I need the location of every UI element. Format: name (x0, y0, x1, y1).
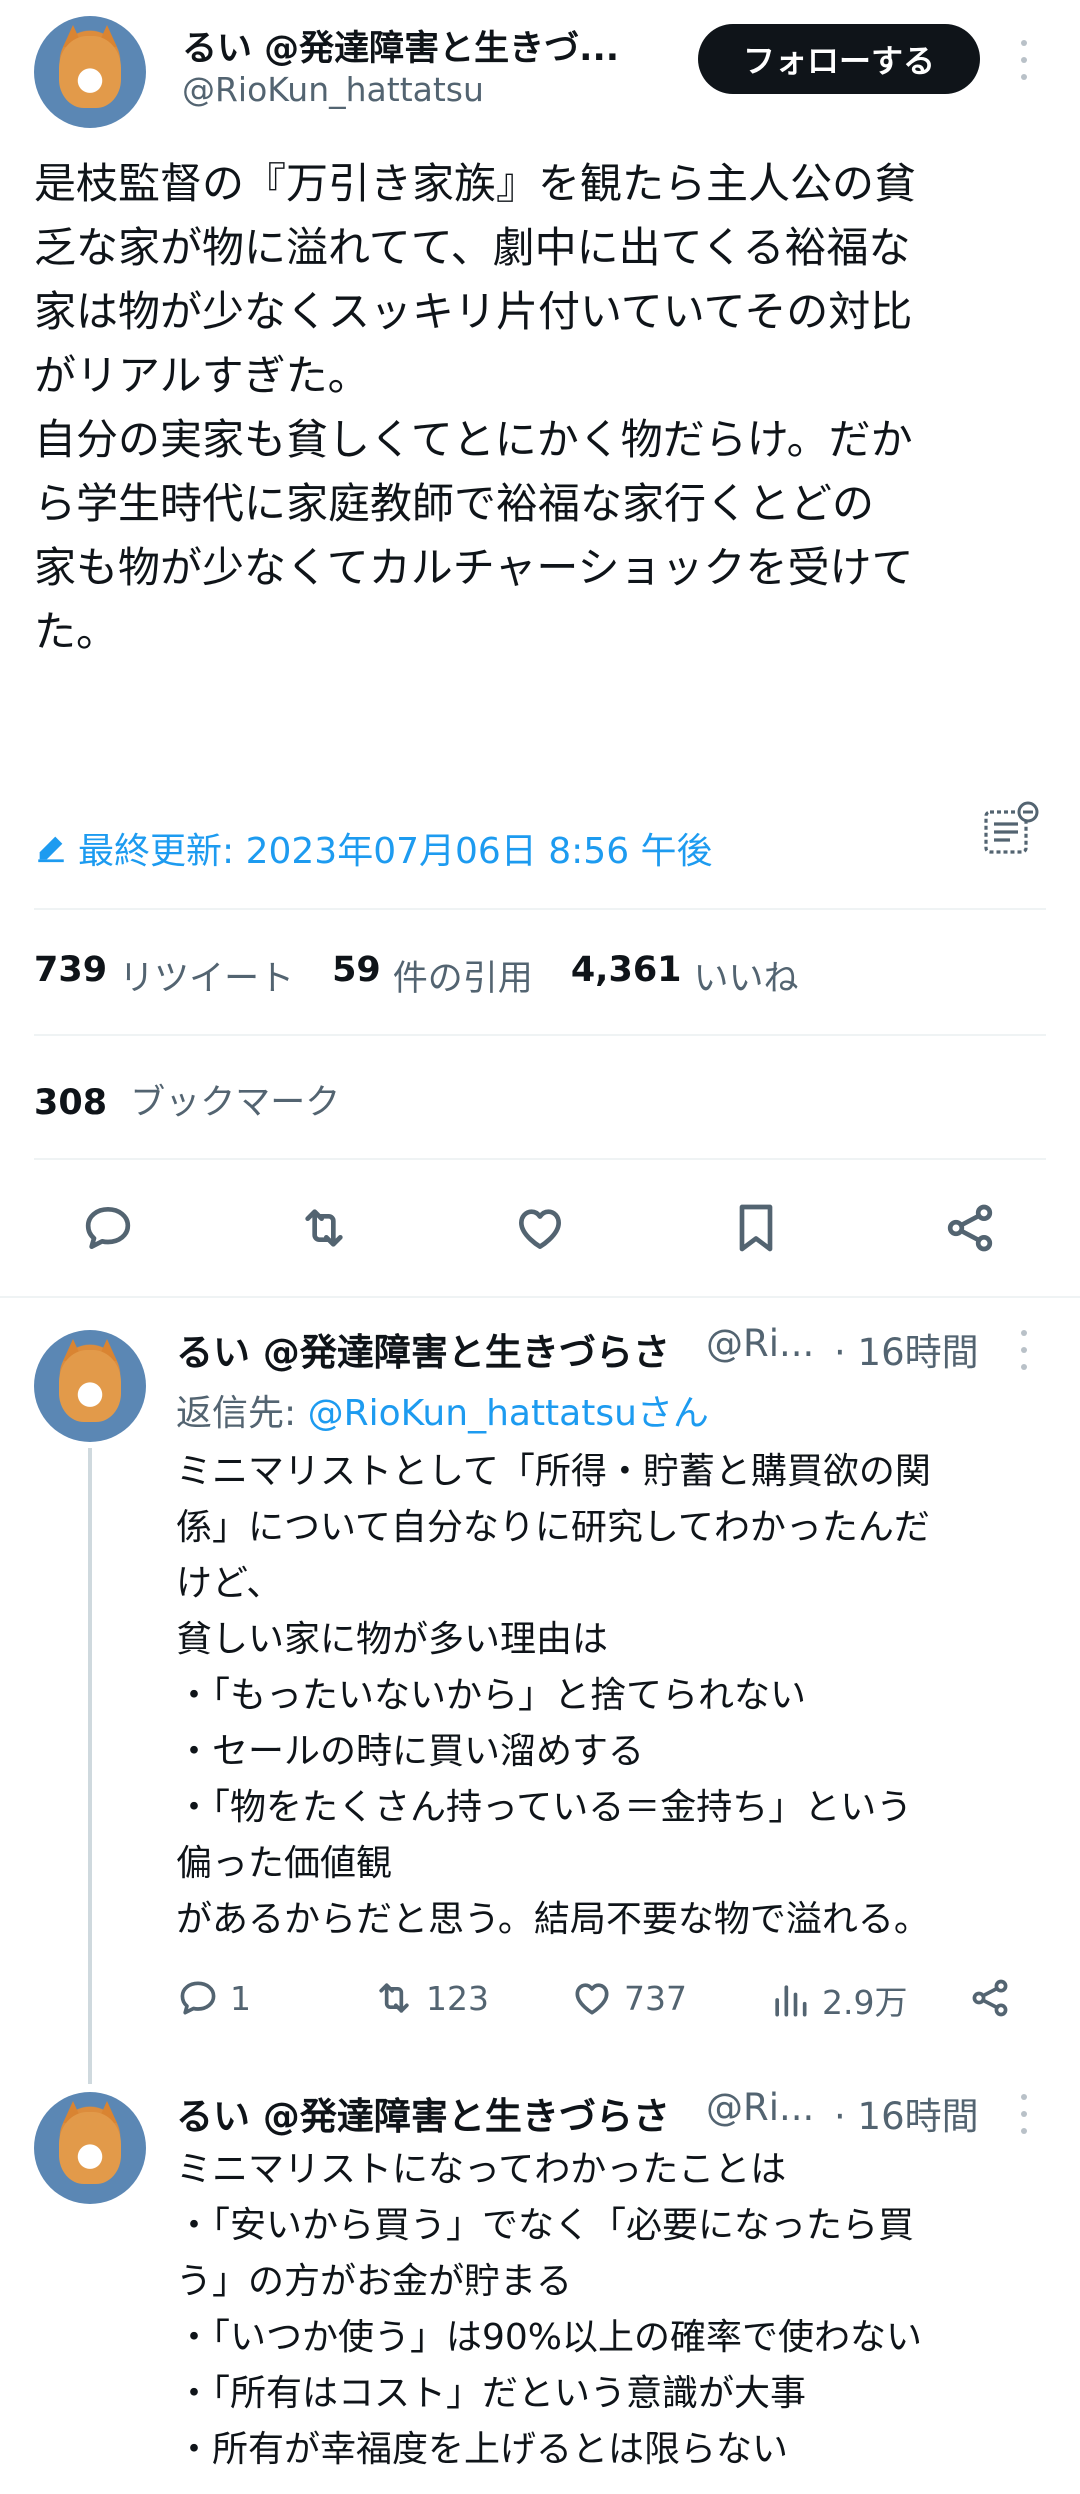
reply-avatar[interactable] (34, 1330, 146, 1442)
section-separator (0, 1296, 1080, 1298)
retweet-icon (379, 1983, 409, 2013)
bookmark-stats[interactable]: 308 ブックマーク (34, 1074, 378, 1125)
retweet-icon[interactable] (296, 1200, 352, 1256)
reply-views-action[interactable]: 2.9万 (768, 1976, 907, 2024)
quote-label[interactable]: 件の引用 (393, 950, 533, 1001)
author-avatar[interactable] (34, 16, 146, 128)
divider (34, 908, 1046, 910)
notes-icon[interactable] (980, 800, 1040, 860)
reply-time[interactable]: · 16時間 (834, 1322, 979, 1376)
follow-button[interactable]: フォローする (698, 24, 980, 94)
bookmark-count: 308 (34, 1083, 108, 1123)
more-icon[interactable] (1012, 2094, 1036, 2134)
tweet-detail-page: るい @発達障害と生きづ... @RioKun_hattatsu フォローする … (0, 0, 1080, 2494)
author-display-name[interactable]: るい @発達障害と生きづ... (182, 20, 619, 71)
reply-count: 1 (230, 1978, 251, 2018)
reply-like-action[interactable]: 737 (570, 1976, 687, 2020)
reply-reply-action[interactable]: 1 (176, 1976, 251, 2020)
reply-handle[interactable]: @Ri... (706, 1322, 814, 1365)
engagement-stats: 739 リツイート 59 件の引用 4,361 いいね (34, 950, 837, 1001)
divider (34, 1158, 1046, 1160)
bookmark-label: ブックマーク (130, 1083, 341, 1123)
retweet-label[interactable]: リツイート (119, 950, 294, 1001)
reply-to-suffix: さん (636, 1393, 709, 1434)
reply-text: ミニマリストとして「所得・貯蓄と購買欲の関 係」について自分なりに研究してわかっ… (176, 1451, 931, 1940)
like-label[interactable]: いいね (694, 950, 799, 1001)
edited-timestamp[interactable]: 最終更新: 2023年07月06日 8:56 午後 (34, 822, 713, 874)
reply-handle[interactable]: @Ri... (706, 2086, 814, 2129)
quote-count[interactable]: 59 (332, 950, 381, 1001)
share-icon (972, 1979, 1008, 2017)
reply-to-line: 返信先: @RioKun_hattatsuさん (176, 1384, 709, 1436)
reply-share-action[interactable] (968, 1976, 1012, 2020)
reply-display-name[interactable]: るい @発達障害と生きづらさ (176, 1322, 670, 1376)
reply-display-name[interactable]: るい @発達障害と生きづらさ (176, 2086, 670, 2140)
edited-label: 最終更新: 2023年07月06日 8:56 午後 (78, 831, 713, 872)
tweet-text: 是枝監督の『万引き家族』を観たら主人公の貧 乏な家が物に溢れてて、劇中に出てくる… (34, 159, 917, 656)
reply-to-handle-link[interactable]: @RioKun_hattatsu (308, 1393, 637, 1434)
retweet-count[interactable]: 739 (34, 950, 107, 1001)
reply-retweet-action[interactable]: 123 (372, 1976, 489, 2020)
bookmark-icon[interactable] (728, 1200, 784, 1256)
reply-to-prefix: 返信先: (176, 1393, 308, 1434)
reply-avatar[interactable] (34, 2092, 146, 2204)
reply-action-bar: 1 123 737 2.9万 (176, 1976, 1036, 2032)
like-icon[interactable] (512, 1200, 568, 1256)
more-icon[interactable] (1012, 40, 1036, 80)
thread-connector (88, 1448, 92, 2084)
author-handle[interactable]: @RioKun_hattatsu (182, 70, 484, 109)
edit-pencil-icon (38, 836, 64, 863)
like-count: 737 (624, 1978, 687, 2018)
reply-time[interactable]: · 16時間 (834, 2086, 979, 2140)
reply-icon (180, 1981, 216, 2015)
divider (34, 1034, 1046, 1036)
reply-icon[interactable] (80, 1200, 136, 1256)
reply-text: ミニマリストになってわかったことは ・「安いから買う」でなく「必要になったら買 … (176, 2149, 923, 2470)
more-icon[interactable] (1012, 1330, 1036, 1370)
view-count: 2.9万 (822, 1983, 908, 2022)
retweet-count: 123 (426, 1978, 489, 2018)
like-icon (575, 1983, 609, 2015)
like-count[interactable]: 4,361 (571, 950, 682, 1001)
views-icon (775, 1985, 807, 2017)
share-icon[interactable] (942, 1200, 998, 1256)
